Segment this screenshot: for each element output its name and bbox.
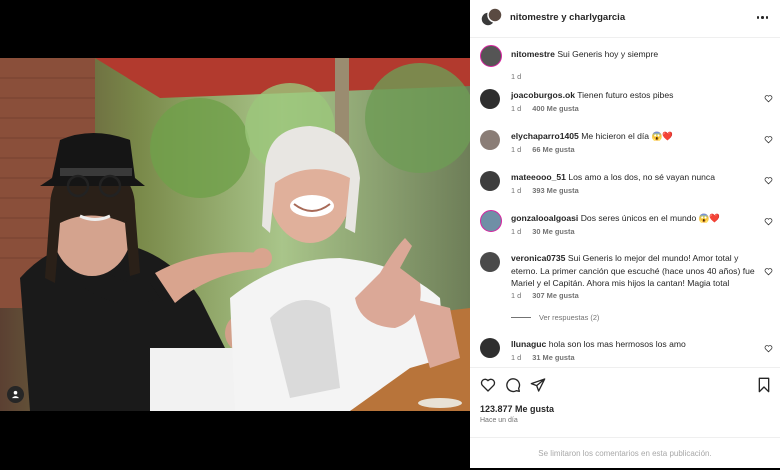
comment-username[interactable]: mateeooo_51 xyxy=(511,172,566,182)
heart-icon[interactable] xyxy=(764,217,773,226)
more-horizontal-icon[interactable] xyxy=(756,16,768,19)
comment-text: hola son los mas hermosos los amo xyxy=(548,339,686,349)
comment-username[interactable]: elychaparro1405 xyxy=(511,131,579,141)
comment-time: 1 d xyxy=(511,104,522,113)
caption-username[interactable]: nitomestre xyxy=(511,49,555,59)
commenter-avatar[interactable] xyxy=(480,89,500,109)
comment-likes[interactable]: 307 Me gusta xyxy=(532,291,578,300)
user-tag-icon[interactable] xyxy=(7,386,24,403)
comment-username[interactable]: veronica0735 xyxy=(511,253,565,263)
post-author-name[interactable]: nitomestre y charlygarcia xyxy=(510,12,625,23)
view-replies-button[interactable]: Ver respuestas (2) xyxy=(511,313,599,322)
heart-icon[interactable] xyxy=(764,267,773,276)
caption-time: 1 d xyxy=(511,72,522,81)
comments-list[interactable]: nitomestre Sui Generis hoy y siempre 1 d… xyxy=(470,37,780,367)
commenter-avatar[interactable] xyxy=(480,130,500,150)
comment-time: 1 d xyxy=(511,186,522,195)
comment-username[interactable]: gonzalooalgoasi xyxy=(511,213,578,223)
author-avatar[interactable] xyxy=(480,7,503,29)
comment-likes[interactable]: 393 Me gusta xyxy=(532,186,578,195)
comment-time: 1 d xyxy=(511,145,522,154)
commenter-avatar[interactable] xyxy=(480,338,500,358)
commenter-avatar[interactable] xyxy=(480,171,500,191)
post-actions: 123.877 Me gusta Hace un día Se limitaro… xyxy=(470,367,780,468)
comment-likes[interactable]: 66 Me gusta xyxy=(532,145,574,154)
post-time-ago: Hace un día xyxy=(480,417,518,424)
comment-text: Tienen futuro estos pibes xyxy=(577,90,674,100)
comment-likes[interactable]: 30 Me gusta xyxy=(532,227,574,236)
commenter-avatar[interactable] xyxy=(480,210,502,232)
comment-text: Me hicieron el día 😱❤️ xyxy=(581,131,673,141)
caption-text: Sui Generis hoy y siempre xyxy=(557,49,659,59)
comment-username[interactable]: llunaguc xyxy=(511,339,546,349)
comment-text: Dos seres únicos en el mundo 😱❤️ xyxy=(580,213,721,223)
comment-time: 1 d xyxy=(511,227,522,236)
comment-text: Los amo a los dos, no sé vayan nunca xyxy=(568,172,715,182)
post-sidebar: nitomestre y charlygarcia nitomestre Sui… xyxy=(470,0,780,468)
post-media-area xyxy=(0,0,470,468)
heart-icon[interactable] xyxy=(764,176,773,185)
comments-limited-notice: Se limitaron los comentarios en esta pub… xyxy=(470,437,780,470)
comment-likes[interactable]: 31 Me gusta xyxy=(532,353,574,362)
heart-icon[interactable] xyxy=(480,377,496,393)
comment-likes[interactable]: 400 Me gusta xyxy=(532,104,578,113)
commenter-avatar[interactable] xyxy=(480,252,500,272)
heart-icon[interactable] xyxy=(764,344,773,353)
likes-count[interactable]: 123.877 Me gusta xyxy=(480,404,554,414)
comment-time: 1 d xyxy=(511,291,522,300)
comment-time: 1 d xyxy=(511,353,522,362)
heart-icon[interactable] xyxy=(764,94,773,103)
comment-username[interactable]: joacoburgos.ok xyxy=(511,90,575,100)
share-icon[interactable] xyxy=(530,377,546,393)
bookmark-icon[interactable] xyxy=(756,377,772,393)
comment-icon[interactable] xyxy=(505,377,521,393)
caption-avatar[interactable] xyxy=(480,45,502,67)
heart-icon[interactable] xyxy=(764,135,773,144)
post-header: nitomestre y charlygarcia xyxy=(470,0,780,38)
post-photo[interactable] xyxy=(0,58,470,411)
view-replies-label: Ver respuestas (2) xyxy=(539,313,600,322)
